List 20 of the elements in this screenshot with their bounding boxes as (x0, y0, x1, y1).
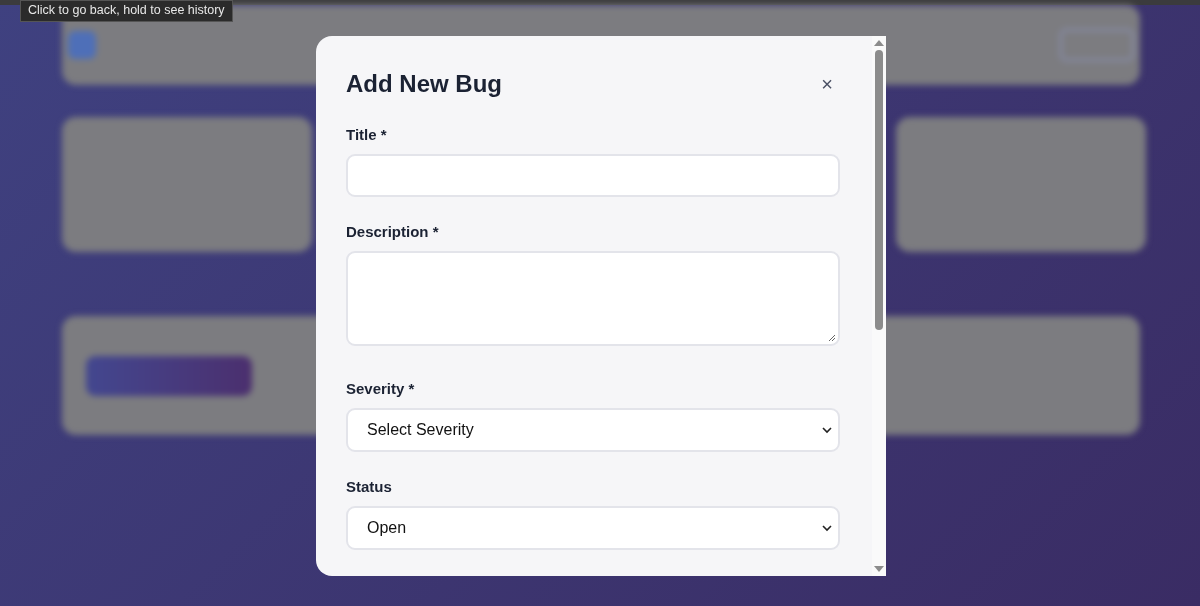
field-label: Status (346, 478, 393, 495)
scroll-up-icon[interactable] (874, 39, 884, 47)
add-bug-button[interactable] (86, 355, 252, 396)
resize-grip-icon (828, 334, 836, 342)
chevron-down-icon (822, 524, 832, 532)
scrollbar-thumb[interactable] (875, 50, 883, 330)
dropdown[interactable]: Open (346, 506, 840, 550)
text-area[interactable] (346, 251, 840, 346)
scroll-down-icon[interactable] (874, 565, 884, 573)
logo-icon (68, 31, 96, 59)
close-button[interactable]: × (812, 72, 842, 96)
tooltip: Click to go back, hold to see history (20, 0, 233, 22)
dropdown[interactable]: Select Severity (346, 408, 840, 452)
chevron-down-icon (822, 426, 832, 434)
field-label: Description * (346, 223, 440, 240)
scrollbar[interactable] (872, 36, 886, 576)
field-label: Title * (346, 126, 388, 143)
field-label: Severity * (346, 380, 416, 397)
modal-title: Add New Bug (346, 70, 502, 98)
text-input[interactable] (346, 154, 840, 197)
